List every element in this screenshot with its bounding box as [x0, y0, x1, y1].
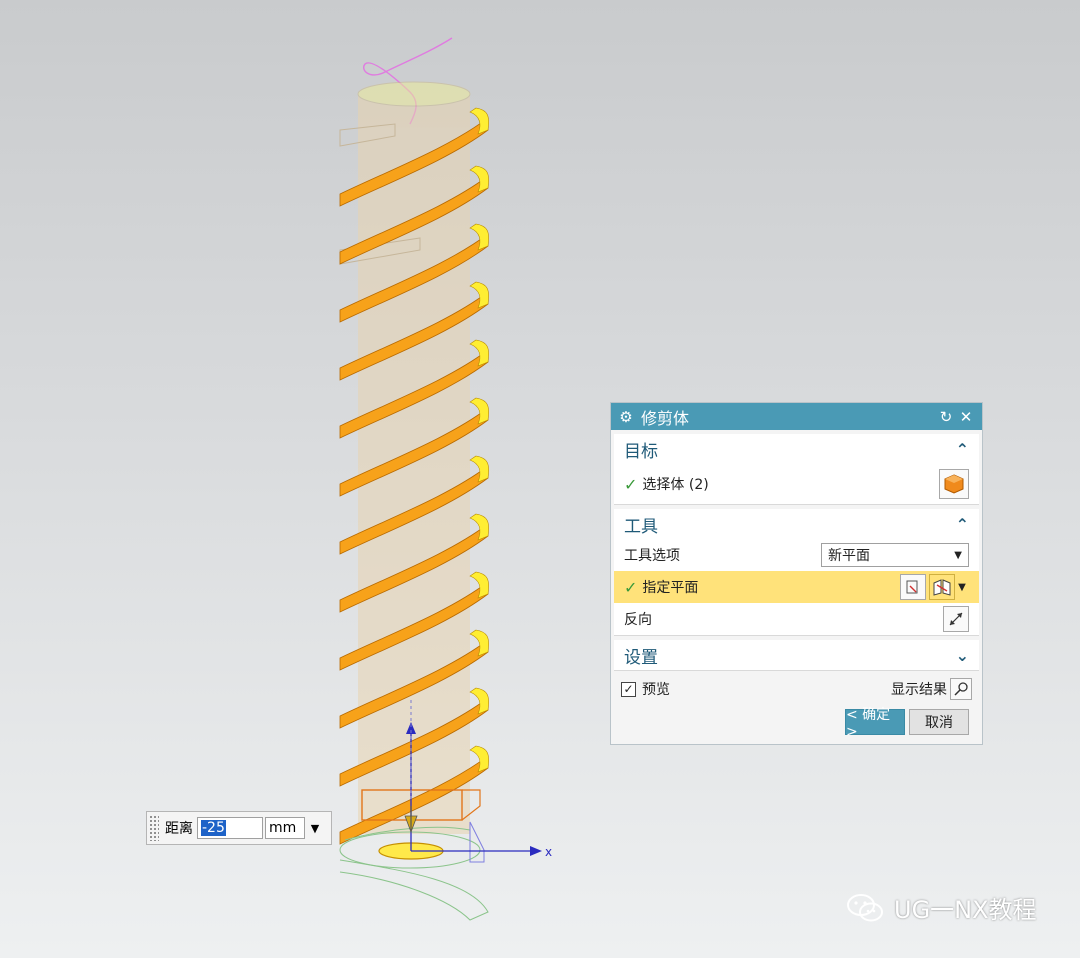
inferred-plane-button[interactable]: [929, 574, 955, 600]
preview-checkbox[interactable]: ✓: [621, 681, 636, 697]
unit-field[interactable]: mm: [265, 817, 305, 839]
section-settings: 设置 ⌄: [614, 640, 979, 671]
section-target: 目标 ⌃ ✓ 选择体 (2): [614, 434, 979, 505]
section-tool: 工具 ⌃ 工具选项 新平面 ▼ ✓ 指定平面 ▼ 反向: [614, 509, 979, 636]
section-settings-title: 设置: [624, 647, 658, 668]
preview-row: ✓ 预览 显示结果: [611, 673, 982, 705]
chevron-down-icon: ▼: [954, 549, 962, 561]
plane-dialog-button[interactable]: [900, 574, 926, 600]
wechat-icon: [847, 893, 883, 921]
select-body-label: 选择体 (2): [642, 477, 709, 493]
distance-label: 距离: [165, 821, 193, 837]
close-icon[interactable]: ✕: [956, 408, 976, 426]
unit-value: mm: [269, 820, 297, 836]
reset-icon[interactable]: ↻: [936, 408, 956, 426]
section-tool-title: 工具: [624, 516, 658, 537]
section-settings-header[interactable]: 设置 ⌄: [614, 640, 979, 670]
tool-option-value: 新平面: [828, 548, 870, 564]
distance-value-field[interactable]: -25: [197, 817, 263, 839]
section-target-title: 目标: [624, 441, 658, 462]
solid-body-icon: [944, 474, 964, 494]
distance-input-box[interactable]: 距离 -25 mm ▼: [146, 811, 332, 845]
watermark-text: UG一NX教程: [894, 896, 1037, 924]
checkmark-icon: ✓: [624, 474, 638, 494]
x-axis-label: x: [545, 845, 552, 859]
drag-handle[interactable]: [149, 815, 159, 841]
gear-icon: ⚙: [619, 407, 633, 426]
show-result-label: 显示结果: [891, 682, 947, 698]
trim-body-dialog: ⚙ 修剪体 ↻ ✕ 目标 ⌃ ✓ 选择体 (2) 工具 ⌃ 工具选项 新平面 ▼…: [610, 402, 983, 745]
chevron-down-icon: ⌄: [955, 645, 969, 665]
magnifier-icon: [954, 682, 968, 696]
select-body-button[interactable]: [939, 469, 969, 499]
tool-option-label: 工具选项: [624, 548, 680, 564]
unit-dropdown-arrow-icon[interactable]: ▼: [305, 817, 325, 839]
specify-plane-row[interactable]: ✓ 指定平面 ▼: [614, 571, 979, 603]
dialog-title: 修剪体: [641, 408, 690, 428]
plane-type-dropdown-icon[interactable]: ▼: [955, 582, 969, 593]
reverse-direction-button[interactable]: [943, 606, 969, 632]
cancel-button[interactable]: 取消: [909, 709, 969, 735]
watermark: UG一NX教程: [846, 890, 1037, 925]
section-tool-header[interactable]: 工具 ⌃: [614, 509, 979, 539]
dialog-titlebar[interactable]: ⚙ 修剪体 ↻ ✕: [611, 403, 982, 430]
reverse-label: 反向: [624, 612, 652, 628]
tool-option-row: 工具选项 新平面 ▼: [614, 539, 979, 571]
chevron-up-icon: ⌃: [955, 439, 969, 459]
reverse-direction-icon: [949, 612, 963, 626]
specify-plane-label: 指定平面: [642, 580, 699, 596]
plane-dialog-icon: [906, 580, 918, 594]
tool-option-select[interactable]: 新平面 ▼: [821, 543, 969, 567]
chevron-up-icon: ⌃: [955, 514, 969, 534]
distance-value: -25: [201, 820, 226, 836]
base-curves: [339, 826, 489, 921]
reverse-row: 反向: [614, 603, 979, 635]
checkmark-icon: ✓: [624, 577, 638, 597]
section-target-header[interactable]: 目标 ⌃: [614, 434, 979, 464]
preview-label: 预览: [642, 682, 670, 698]
show-result-button[interactable]: [950, 678, 972, 700]
plane-type-icon: [933, 579, 951, 596]
select-body-row[interactable]: ✓ 选择体 (2): [614, 464, 979, 504]
ok-button[interactable]: < 确定 >: [845, 707, 905, 740]
